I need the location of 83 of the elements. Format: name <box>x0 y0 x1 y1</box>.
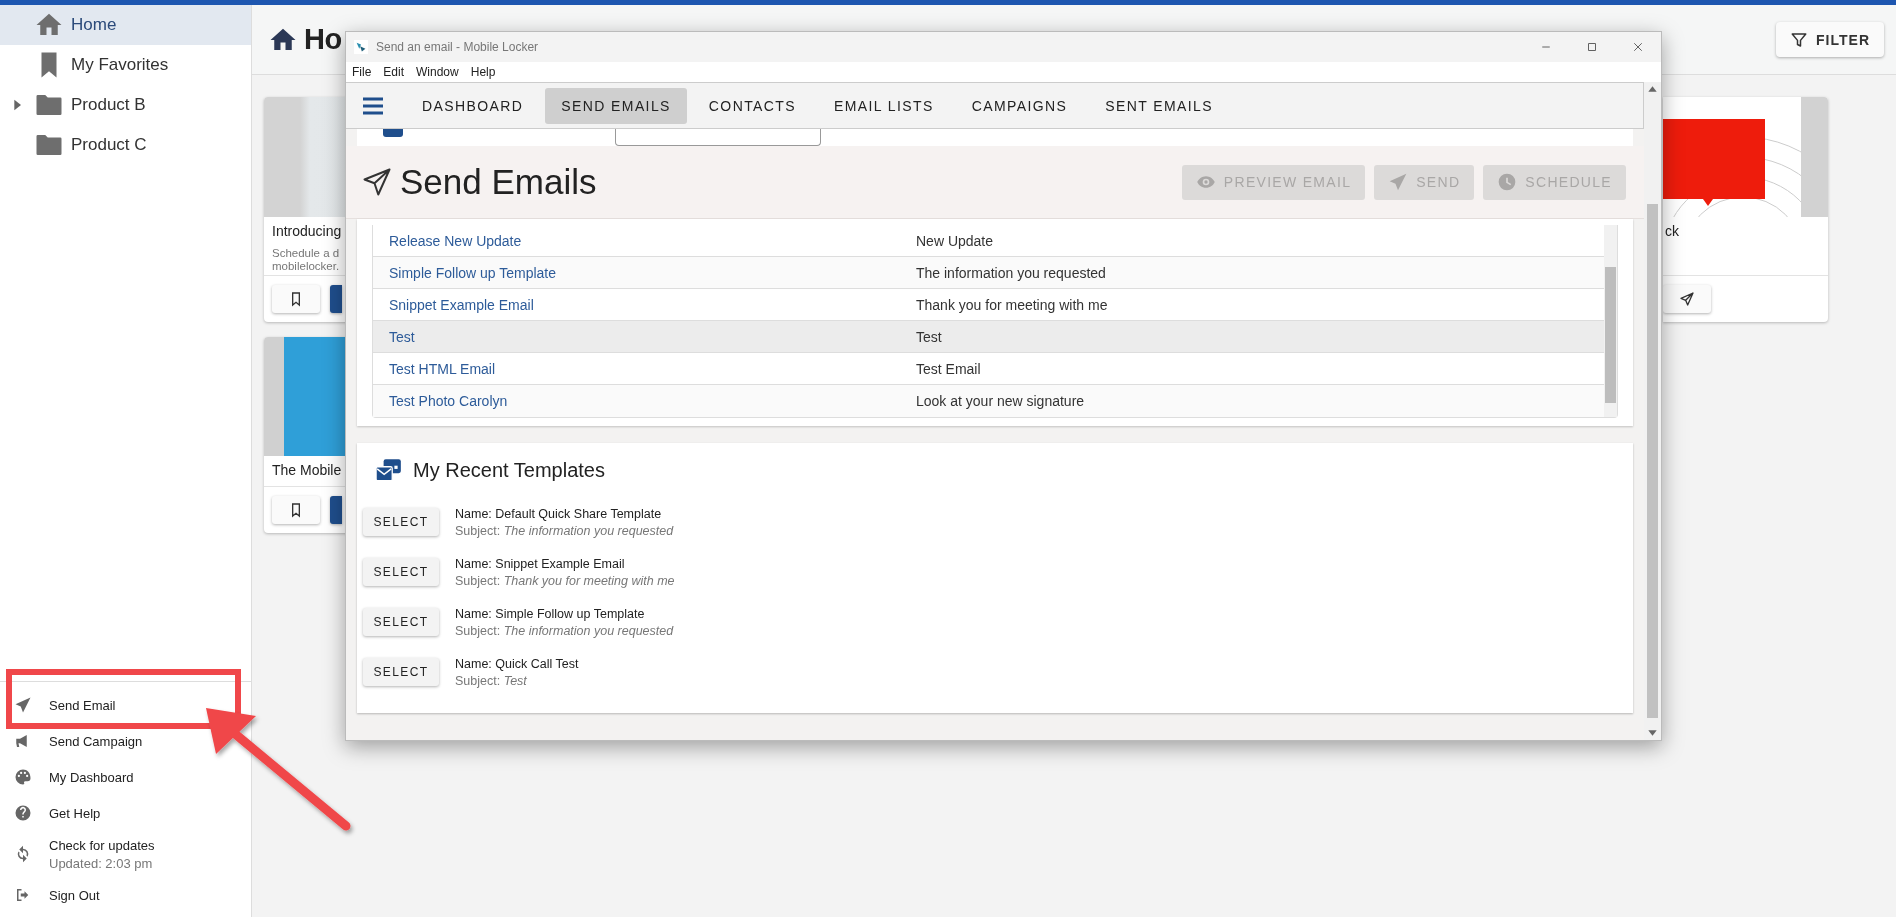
sidebar-link[interactable]: Sign Out <box>49 887 100 903</box>
section-title: My Recent Templates <box>413 458 605 482</box>
nav-tab[interactable]: CAMPAIGNS <box>955 87 1084 124</box>
sidebar-link[interactable]: Send Campaign <box>49 733 143 749</box>
close-icon <box>1632 41 1644 53</box>
template-subject: Subject: Thank you for meeting with me <box>455 573 675 588</box>
sidebar-link[interactable]: Send Email <box>49 697 116 713</box>
page-title: Send Emails <box>400 162 597 202</box>
menu-icon <box>361 95 385 116</box>
filter-icon <box>1790 30 1809 49</box>
table-cell: Look at your new signature <box>916 393 1085 409</box>
select-button[interactable]: SELECT <box>363 558 439 586</box>
maximize-icon <box>1586 41 1598 53</box>
template-subject: Subject: The information you requested <box>455 623 674 638</box>
template-link[interactable]: Simple Follow up Template <box>389 264 557 281</box>
sidebar-link[interactable]: Check for updates <box>49 837 155 853</box>
palette-icon <box>14 768 32 786</box>
paper-plane-icon <box>1679 291 1695 307</box>
app-logo-icon <box>354 40 368 54</box>
table-row[interactable]: Simple Follow up Template The information you requested <box>373 257 1604 289</box>
nav-tab[interactable]: SEND EMAILS <box>545 87 687 124</box>
template-subject: Subject: The information you requested <box>455 523 674 538</box>
table-row[interactable]: Test Test <box>373 321 1604 353</box>
select-button[interactable]: SELECT <box>363 508 439 536</box>
template-name: Name: Quick Call Test <box>455 656 579 671</box>
update-time: Updated: 2:03 pm <box>49 855 154 871</box>
table-row[interactable]: Test Photo Carolyn Look at your new signature <box>373 385 1604 417</box>
menu-item[interactable]: File <box>352 65 372 79</box>
paper-plane-icon <box>14 696 32 714</box>
sidebar-link[interactable]: Get Help <box>49 805 101 821</box>
table-cell: Test Email <box>916 360 981 377</box>
scrollbar-thumb[interactable] <box>1605 267 1616 403</box>
page-title: Ho <box>304 23 342 56</box>
sidebar-link[interactable]: My Dashboard <box>49 769 134 785</box>
bookmark-button[interactable] <box>272 496 320 524</box>
card-description: Schedule a d <box>272 247 340 260</box>
envelope-stack-icon <box>375 457 403 483</box>
template-link[interactable]: Test Photo Carolyn <box>389 393 508 409</box>
help-icon <box>14 804 32 822</box>
paper-plane-icon <box>1388 172 1409 192</box>
template-link[interactable]: Snippet Example Email <box>389 296 534 313</box>
table-cell: Test <box>916 328 942 345</box>
menu-item[interactable]: Window <box>416 65 459 79</box>
card-description: mobilelocker. <box>272 260 340 273</box>
sidebar-item[interactable]: Product C <box>0 125 251 165</box>
sidebar-label: Product B <box>71 95 146 115</box>
primary-button[interactable] <box>330 285 342 313</box>
clock-icon <box>1497 172 1518 192</box>
template-name: Name: Snippet Example Email <box>455 556 626 571</box>
nav-tab[interactable]: DASHBOARD <box>406 87 540 124</box>
sidebar-label: Product C <box>71 135 147 155</box>
card-title: Introducing <box>272 223 342 239</box>
bookmark-button[interactable] <box>272 285 320 313</box>
nav-tab[interactable]: SENT EMAILS <box>1089 87 1229 124</box>
template-name: Name: Default Quick Share Template <box>455 506 663 521</box>
sidebar-item[interactable]: My Favorites <box>0 45 251 85</box>
template-link[interactable]: Test HTML Email <box>389 360 496 377</box>
form-icon <box>383 129 403 137</box>
sidebar-label: Home <box>71 15 117 35</box>
nav-tab[interactable]: CONTACTS <box>692 87 812 124</box>
send-button[interactable] <box>1663 285 1711 313</box>
primary-button[interactable] <box>330 496 342 524</box>
table-cell: The information you requested <box>916 264 1106 281</box>
sidebar-label: My Favorites <box>71 55 169 75</box>
scrollbar-thumb[interactable] <box>1647 204 1658 718</box>
sidebar-item[interactable]: Product B <box>0 85 251 125</box>
template-subject: Subject: Test <box>455 673 528 688</box>
window-title: Send an email - Mobile Locker <box>376 40 540 54</box>
select-button[interactable]: SELECT <box>363 608 439 636</box>
sidebar-item[interactable]: Home <box>0 5 251 45</box>
nav-tab[interactable]: EMAIL LISTS <box>818 87 950 124</box>
menu-item[interactable]: Help <box>470 65 496 79</box>
menu-item[interactable]: Edit <box>383 65 405 79</box>
template-name: Name: Simple Follow up Template <box>455 606 646 621</box>
card-title: The Mobile <box>272 462 342 478</box>
template-link[interactable]: Test <box>389 328 415 345</box>
paper-plane-icon <box>362 167 392 197</box>
card-title: ck <box>1665 223 1679 239</box>
table-cell: New Update <box>916 232 994 249</box>
filter-button[interactable]: FILTER <box>1776 22 1884 57</box>
template-link[interactable]: Release New Update <box>389 232 522 249</box>
table-cell: Thank you for meeting with me <box>916 296 1108 313</box>
select-button[interactable]: SELECT <box>363 658 439 686</box>
